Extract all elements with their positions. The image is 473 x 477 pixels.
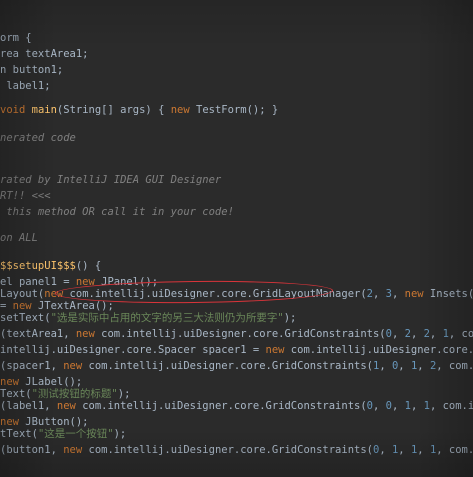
code-line[interactable] — [0, 146, 473, 162]
code-area[interactable]: orm {rea textArea1; n button1; label1; voi… — [0, 0, 473, 477]
code-line[interactable]: $$setupUI$$$() { — [0, 258, 473, 274]
code-line[interactable]: RT!! <<< — [0, 188, 473, 204]
code-line[interactable]: (spacer1, new com.intellij.uiDesigner.co… — [0, 358, 473, 374]
code-editor[interactable]: orm {rea textArea1; n button1; label1; voi… — [0, 0, 473, 477]
code-line[interactable]: (textArea1, new com.intellij.uiDesigner.… — [0, 326, 473, 342]
code-line[interactable]: n button1; — [0, 62, 473, 78]
code-line[interactable]: tText("这是一个按钮"); — [0, 426, 473, 442]
code-line[interactable]: rea textArea1; — [0, 46, 473, 62]
code-line[interactable]: orm { — [0, 30, 473, 46]
code-line[interactable]: nerated code — [0, 130, 473, 146]
code-line[interactable]: this method OR call it in your code! — [0, 204, 473, 220]
code-line[interactable]: label1; — [0, 78, 473, 94]
code-line[interactable]: intellij.uiDesigner.core.Spacer spacer1 … — [0, 342, 473, 358]
code-line[interactable]: setText("选是实际中占用的文字的另三大法则仍为所要字"); — [0, 310, 473, 326]
code-line[interactable]: void main(String[] args) { new TestForm(… — [0, 102, 473, 118]
code-line[interactable]: rated by IntelliJ IDEA GUI Designer — [0, 172, 473, 188]
code-line[interactable]: (label1, new com.intellij.uiDesigner.cor… — [0, 398, 473, 414]
code-line[interactable]: (button1, new com.intellij.uiDesigner.co… — [0, 442, 473, 458]
code-line[interactable]: on ALL — [0, 230, 473, 246]
